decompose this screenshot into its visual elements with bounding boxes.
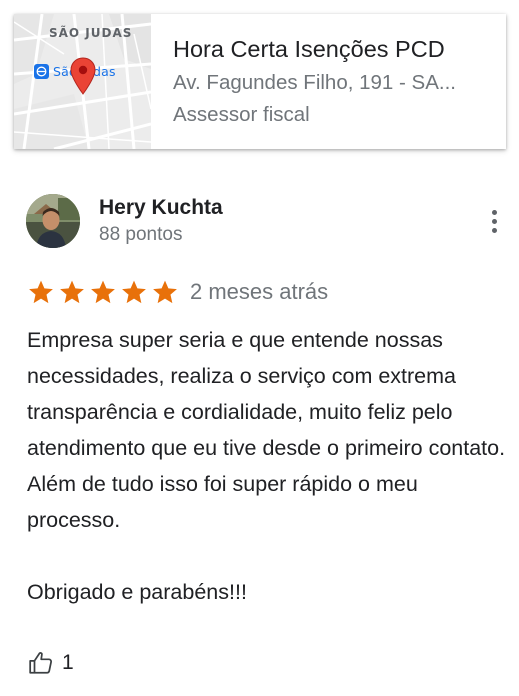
more-vertical-icon: [491, 209, 497, 215]
thumbs-up-icon: [29, 652, 52, 674]
place-info: Hora Certa Isenções PCD Av. Fagundes Fil…: [151, 14, 506, 149]
star-icon: [60, 280, 84, 304]
more-vertical-icon-dot: [491, 218, 497, 224]
reviewer-name[interactable]: Hery Kuchta: [99, 196, 223, 220]
map-area-label: SÃO JUDAS: [49, 26, 133, 40]
avatar[interactable]: [26, 194, 80, 248]
review-date: 2 meses atrás: [190, 279, 329, 304]
review-paragraph: Empresa super seria e que entende nossas…: [27, 328, 506, 532]
place-address: Av. Fagundes Filho, 191 - SA...: [173, 71, 456, 94]
more-vertical-icon-dot: [491, 227, 497, 233]
like-button[interactable]: 1: [28, 650, 74, 676]
place-name[interactable]: Hora Certa Isenções PCD: [173, 36, 506, 63]
place-category: Assessor fiscal: [173, 103, 310, 126]
more-options-button[interactable]: [480, 204, 508, 238]
reviewer-points: 88 pontos: [99, 224, 183, 245]
avatar-photo: [26, 194, 80, 248]
like-count: 1: [62, 651, 74, 674]
star-icon: [91, 280, 115, 304]
map-thumbnail: SÃO JUDAS São Judas: [14, 14, 151, 149]
star-icon: [153, 280, 177, 304]
metro-station-icon: [34, 64, 49, 79]
map-pin-icon: [70, 57, 96, 95]
star-icon: [122, 280, 146, 304]
place-card[interactable]: SÃO JUDAS São Judas Hora Certa Isenções …: [14, 14, 506, 149]
review-paragraph: Obrigado e parabéns!!!: [27, 580, 247, 604]
rating-row: 2 meses atrás: [26, 278, 328, 306]
review-text: Empresa super seria e que entende nossas…: [27, 322, 507, 610]
star-rating: [26, 278, 180, 306]
star-icon: [29, 280, 53, 304]
